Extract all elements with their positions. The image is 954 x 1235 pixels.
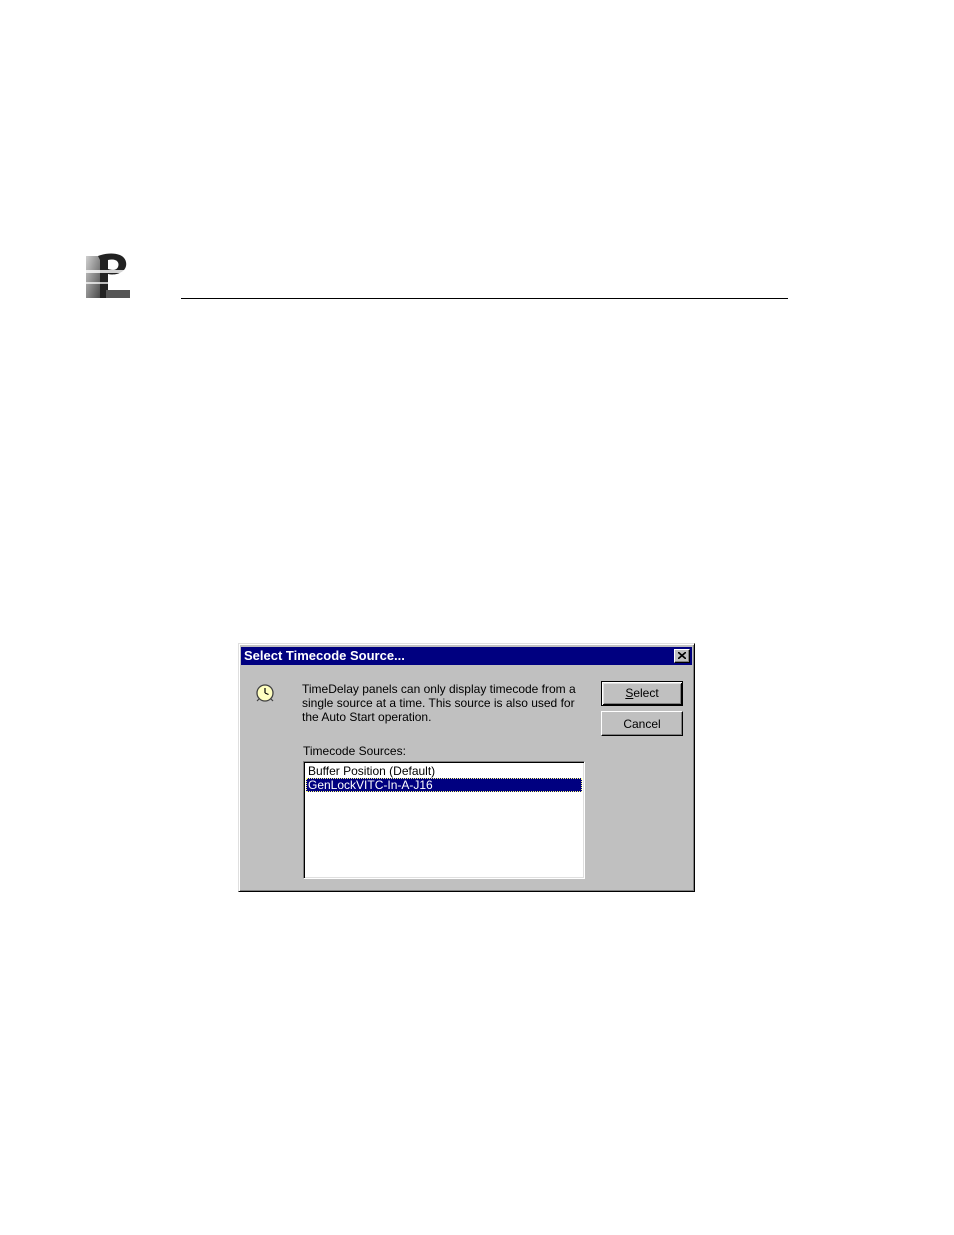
dialog-title: Select Timecode Source... [244,648,405,663]
company-logo [86,252,130,302]
dialog-titlebar[interactable]: Select Timecode Source... [241,647,692,665]
select-timecode-source-dialog: Select Timecode Source... TimeDelay pane… [238,643,695,892]
cancel-button[interactable]: Cancel [601,711,683,736]
close-icon [678,652,686,659]
list-item[interactable]: Buffer Position (Default) [306,764,582,778]
list-item[interactable]: GenLockVITC-In-A-J16 [306,778,582,792]
header-rule [181,298,788,299]
timecode-sources-label: Timecode Sources: [303,744,406,758]
close-button[interactable] [674,649,690,663]
dialog-message: TimeDelay panels can only display timeco… [302,682,576,724]
select-label-rest: elect [633,686,659,700]
timecode-sources-list[interactable]: Buffer Position (Default) GenLockVITC-In… [303,761,585,879]
clock-icon [255,683,275,703]
select-button[interactable]: Select [601,681,683,706]
